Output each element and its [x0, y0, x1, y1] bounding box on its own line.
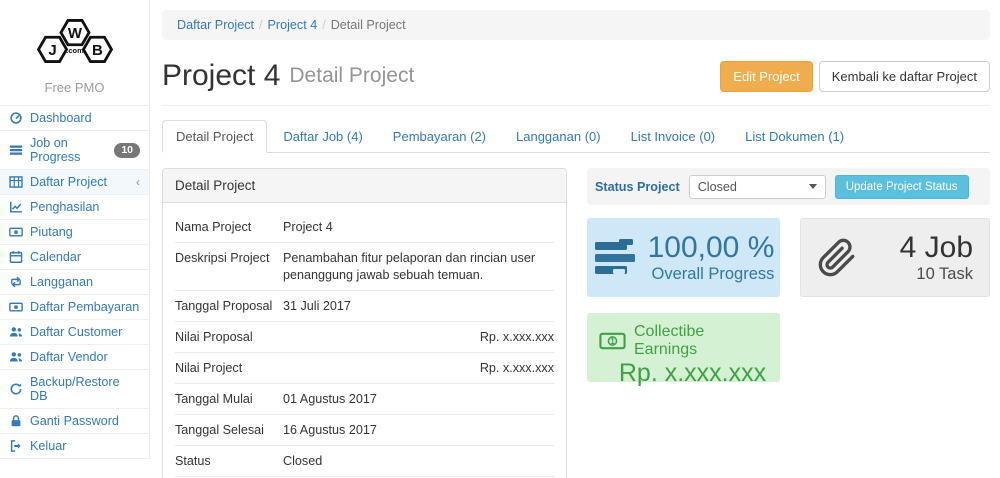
detail-row-status: Status Closed — [175, 445, 554, 476]
sidebar-item-daftar-pembayaran[interactable]: Daftar Pembayaran — [0, 295, 149, 320]
users-icon — [9, 350, 23, 364]
breadcrumb-daftar-project[interactable]: Daftar Project — [177, 18, 254, 32]
overall-progress-card: 100,00 % Overall Progress — [587, 218, 780, 297]
sidebar-item-piutang[interactable]: Piutang — [0, 220, 149, 245]
svg-text:J: J — [48, 42, 56, 59]
dashboard-icon — [9, 111, 23, 125]
jobs-card: 4 Job 10 Task — [800, 218, 990, 297]
breadcrumb-project-4[interactable]: Project 4 — [268, 18, 318, 32]
collectible-earnings-card: 1 Collectibe Earnings Rp. x.xxx.xxx — [587, 313, 780, 382]
sidebar-item-daftar-vendor[interactable]: Daftar Vendor — [0, 345, 149, 370]
page-title: Project 4 — [162, 59, 280, 93]
sidebar-item-langganan[interactable]: Langganan — [0, 270, 149, 295]
brand-name: Free PMO — [0, 80, 149, 95]
status-project-label: Status Project — [595, 180, 680, 194]
sidebar-item-daftar-customer[interactable]: Daftar Customer — [0, 320, 149, 345]
money-icon — [9, 300, 23, 314]
detail-row-nilai-proposal: Nilai Proposal Rp. x.xxx.xxx — [175, 321, 554, 352]
sidebar: J W B .com Free PMO Dashboard Job on Pro… — [0, 0, 150, 459]
svg-text:W: W — [67, 25, 82, 42]
update-project-status-button[interactable]: Update Project Status — [835, 175, 969, 199]
sidebar-item-daftar-project[interactable]: Daftar Project ‹ — [0, 170, 149, 195]
table-icon — [9, 175, 23, 189]
jwb-logo-icon: J W B .com — [27, 12, 123, 70]
tasks-icon — [593, 238, 637, 278]
tab-list-dokumen[interactable]: List Dokumen (1) — [731, 120, 858, 153]
sidebar-item-ganti-password[interactable]: Ganti Password — [0, 409, 149, 434]
jobs-count: 4 Job — [900, 232, 973, 264]
line-chart-icon — [9, 200, 23, 214]
job-count-badge: 10 — [114, 143, 140, 158]
money-bill-icon: 1 — [599, 332, 626, 350]
detail-row-tanggal-selesai: Tanggal Selesai 16 Agustus 2017 — [175, 414, 554, 445]
back-to-project-list-button[interactable]: Kembali ke daftar Project — [819, 61, 990, 92]
svg-text:1: 1 — [610, 337, 615, 346]
overall-progress-label: Overall Progress — [648, 264, 775, 284]
panel-title: Detail Project — [163, 169, 566, 203]
tasks-count: 10 Task — [900, 264, 973, 284]
tab-bar: Detail Project Daftar Job (4) Pembayaran… — [162, 120, 990, 153]
overall-progress-value: 100,00 % — [648, 232, 775, 264]
tab-langganan[interactable]: Langganan (0) — [502, 120, 615, 153]
right-column: Status Project Closed Update Project Sta… — [587, 168, 990, 478]
tab-daftar-job[interactable]: Daftar Job (4) — [269, 120, 376, 153]
money-icon — [9, 225, 23, 239]
sidebar-item-calendar[interactable]: Calendar — [0, 245, 149, 270]
bars-icon — [9, 143, 23, 157]
status-project-select[interactable]: Closed — [689, 175, 826, 199]
breadcrumb-current: Detail Project — [331, 18, 406, 32]
tab-pembayaran[interactable]: Pembayaran (2) — [379, 120, 500, 153]
tab-list-invoice[interactable]: List Invoice (0) — [617, 120, 730, 153]
sidebar-item-penghasilan[interactable]: Penghasilan — [0, 195, 149, 220]
sidebar-item-keluar[interactable]: Keluar — [0, 434, 149, 459]
svg-text:.com: .com — [66, 46, 84, 55]
edit-project-button[interactable]: Edit Project — [720, 61, 812, 92]
refresh-icon — [9, 382, 23, 396]
page-subtitle: Detail Project — [289, 64, 414, 88]
sidebar-item-job-on-progress[interactable]: Job on Progress 10 — [0, 131, 149, 170]
paperclip-icon — [817, 237, 857, 279]
detail-row-tanggal-proposal: Tanggal Proposal 31 Juli 2017 — [175, 290, 554, 321]
detail-row-tanggal-mulai: Tanggal Mulai 01 Agustus 2017 — [175, 383, 554, 414]
sidebar-item-dashboard[interactable]: Dashboard — [0, 106, 149, 131]
breadcrumb: Daftar Project/Project 4/Detail Project — [162, 10, 990, 40]
app-window: J W B .com Free PMO Dashboard Job on Pro… — [0, 0, 1000, 478]
page-header: Project 4 Detail Project Edit Project Ke… — [162, 53, 990, 106]
detail-row-nama-project: Nama Project Project 4 — [175, 212, 554, 242]
main-content: Daftar Project/Project 4/Detail Project … — [150, 0, 1000, 478]
svg-text:B: B — [92, 42, 103, 59]
sidebar-item-backup-restore-db[interactable]: Backup/Restore DB — [0, 370, 149, 409]
earnings-label: Collectibe Earnings — [634, 323, 768, 359]
detail-row-deskripsi-project: Deskripsi Project Penambahan fitur pelap… — [175, 242, 554, 290]
brand-logo: J W B .com Free PMO — [0, 0, 149, 105]
chevron-left-icon: ‹ — [136, 177, 140, 187]
tab-detail-project[interactable]: Detail Project — [162, 120, 267, 153]
detail-project-panel: Detail Project Nama Project Project 4 De… — [162, 168, 567, 478]
users-icon — [9, 325, 23, 339]
detail-row-nilai-project: Nilai Project Rp. x.xxx.xxx — [175, 352, 554, 383]
repeat-icon — [9, 275, 23, 289]
lock-icon — [9, 414, 23, 428]
calendar-icon — [9, 250, 23, 264]
sign-out-icon — [9, 439, 23, 453]
select-arrow-icon — [809, 184, 817, 189]
sidebar-nav: Dashboard Job on Progress 10 Daftar Proj… — [0, 105, 149, 459]
earnings-value: Rp. x.xxx.xxx — [599, 359, 768, 387]
status-project-bar: Status Project Closed Update Project Sta… — [587, 168, 990, 205]
